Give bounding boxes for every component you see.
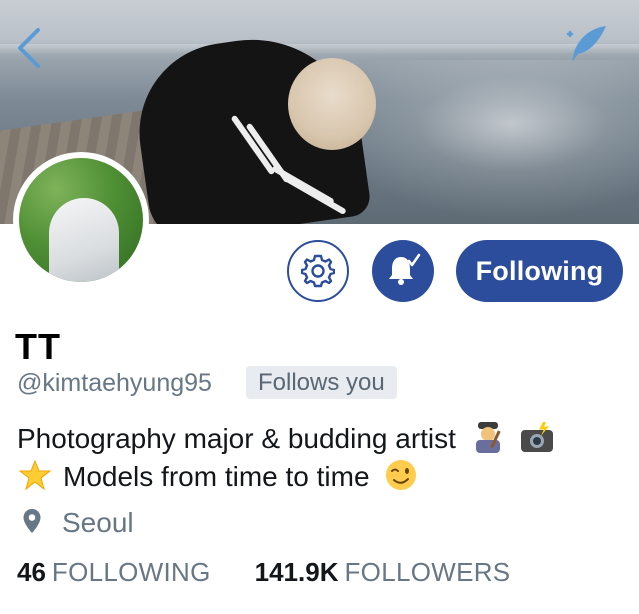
gear-icon	[301, 254, 335, 288]
compose-tweet-button[interactable]	[562, 22, 610, 70]
banner-person-head	[288, 58, 376, 150]
following-count: 46	[17, 557, 46, 587]
avatar-figure	[49, 198, 119, 282]
followers-count-link[interactable]: 141.9K FOLLOWERS	[255, 556, 511, 588]
bio-line-1: Photography major & budding artist	[17, 423, 456, 454]
camera-flash-emoji-icon	[521, 422, 554, 452]
followers-count: 141.9K	[254, 557, 339, 587]
location-text: Seoul	[62, 507, 134, 538]
map-pin-icon	[23, 509, 41, 533]
avatar[interactable]	[13, 152, 149, 288]
feather-compose-icon	[566, 26, 606, 62]
user-handle: @kimtaehyung95	[17, 369, 212, 397]
bio-line-2: Models from time to time	[63, 461, 370, 492]
artist-emoji-icon	[475, 422, 501, 453]
display-name: TT	[15, 326, 61, 367]
glowing-star-emoji-icon	[18, 459, 52, 491]
followers-label: FOLLOWERS	[344, 557, 511, 587]
notifications-button[interactable]	[372, 240, 434, 302]
following-count-link[interactable]: 46 FOLLOWING	[17, 556, 211, 588]
following-label: FOLLOWING	[51, 557, 211, 587]
follow-stats: 46 FOLLOWING 141.9K FOLLOWERS	[17, 556, 510, 588]
bio: Photography major & budding artist Model…	[17, 420, 627, 496]
avatar-photo	[19, 158, 143, 282]
banner-horizon	[0, 44, 639, 54]
winking-face-emoji-icon	[386, 460, 417, 490]
back-button[interactable]	[14, 26, 44, 70]
follows-you-badge: Follows you	[246, 366, 397, 399]
chevron-left-icon	[18, 28, 40, 68]
following-button[interactable]: Following	[456, 240, 623, 302]
settings-button[interactable]	[287, 240, 349, 302]
bell-check-icon	[389, 253, 421, 285]
